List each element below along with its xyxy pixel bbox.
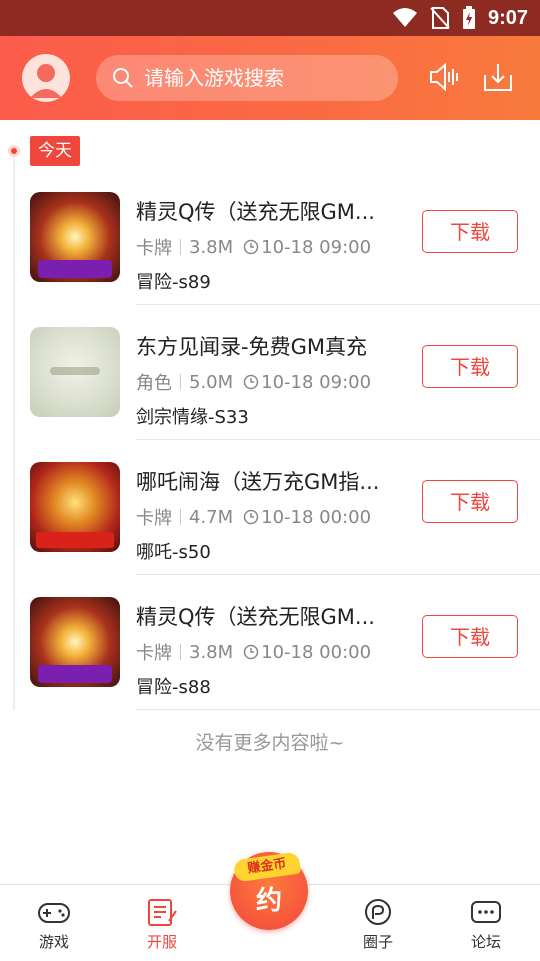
game-name: 哪吒闹海（送万充GM指...	[136, 470, 380, 494]
game-size: 3.8M	[189, 641, 234, 663]
open-time: 10-18 09:00	[261, 371, 372, 393]
clock-icon	[243, 509, 259, 525]
circle-icon	[365, 899, 391, 925]
divider	[180, 239, 181, 255]
day-tag: 今天	[30, 136, 80, 166]
game-meta: 卡牌 4.7M 10-18 00:00	[136, 504, 371, 530]
speaker-icon[interactable]	[428, 62, 460, 92]
game-category: 卡牌	[136, 238, 172, 259]
download-tray-icon[interactable]	[482, 62, 514, 92]
avatar-icon[interactable]	[22, 54, 70, 102]
gamepad-icon	[38, 903, 70, 923]
game-name: 精灵Q传（送充无限GM...	[136, 605, 375, 629]
top-header	[0, 36, 540, 120]
clock-icon	[243, 644, 259, 660]
open-time: 10-18 00:00	[261, 506, 372, 528]
list-item[interactable]: 东方见闻录-免费GM真充 角色 5.0M 10-18 09:00 剑宗情缘-S3…	[0, 305, 540, 440]
tab-label: 圈子	[362, 933, 393, 951]
clock-icon	[243, 239, 259, 255]
game-meta: 卡牌 3.8M 10-18 00:00	[136, 639, 371, 665]
tab-label: 论坛	[470, 933, 501, 951]
list-item[interactable]: 精灵Q传（送充无限GM... 卡牌 3.8M 10-18 09:00 冒险-s8…	[0, 170, 540, 305]
server-name: 哪吒-s50	[136, 542, 211, 563]
server-name: 剑宗情缘-S33	[136, 407, 249, 428]
search-input[interactable]	[144, 64, 384, 92]
tab-label: 游戏	[38, 933, 69, 951]
forum-icon	[471, 901, 501, 923]
tab-label: 开服	[146, 933, 177, 951]
divider	[136, 709, 540, 710]
game-icon	[30, 462, 120, 552]
tab-games[interactable]: 游戏	[14, 897, 94, 952]
timeline-dot	[8, 145, 20, 157]
list-item[interactable]: 哪吒闹海（送万充GM指... 卡牌 4.7M 10-18 00:00 哪吒-s5…	[0, 440, 540, 575]
no-more-text: 没有更多内容啦~	[195, 732, 345, 754]
game-icon	[30, 192, 120, 282]
wifi-icon	[392, 8, 417, 27]
status-time: 9:07	[487, 6, 528, 29]
search-icon	[113, 68, 133, 88]
clock-icon	[243, 374, 259, 390]
download-button[interactable]: 下载	[422, 480, 518, 523]
download-button[interactable]: 下载	[422, 345, 518, 388]
fab-label: 约	[255, 886, 282, 916]
no-sim-icon	[430, 7, 450, 29]
server-name: 冒险-s88	[136, 677, 211, 698]
open-time: 10-18 00:00	[261, 641, 372, 663]
divider	[180, 509, 181, 525]
battery-charging-icon	[462, 6, 475, 29]
game-category: 卡牌	[136, 643, 172, 664]
game-meta: 角色 5.0M 10-18 09:00	[136, 369, 371, 395]
divider	[180, 644, 181, 660]
game-icon	[30, 327, 120, 417]
tab-forum[interactable]: 论坛	[446, 897, 526, 952]
game-name: 东方见闻录-免费GM真充	[136, 335, 367, 359]
server-name: 冒险-s89	[136, 272, 211, 293]
list-item[interactable]: 精灵Q传（送充无限GM... 卡牌 3.8M 10-18 00:00 冒险-s8…	[0, 575, 540, 710]
download-button[interactable]: 下载	[422, 210, 518, 253]
tab-circle[interactable]: 圈子	[338, 897, 418, 952]
download-button[interactable]: 下载	[422, 615, 518, 658]
game-size: 5.0M	[189, 371, 234, 393]
game-category: 卡牌	[136, 508, 172, 529]
tab-open-server[interactable]: 开服	[122, 897, 202, 952]
divider	[180, 374, 181, 390]
open-server-icon	[148, 899, 177, 926]
game-size: 4.7M	[189, 506, 234, 528]
status-bar: 9:07	[0, 0, 540, 36]
game-category: 角色	[136, 373, 172, 394]
search-bar[interactable]	[96, 55, 398, 101]
game-meta: 卡牌 3.8M 10-18 09:00	[136, 234, 371, 260]
game-name: 精灵Q传（送充无限GM...	[136, 200, 375, 224]
game-icon	[30, 597, 120, 687]
open-time: 10-18 09:00	[261, 236, 372, 258]
game-size: 3.8M	[189, 236, 234, 258]
